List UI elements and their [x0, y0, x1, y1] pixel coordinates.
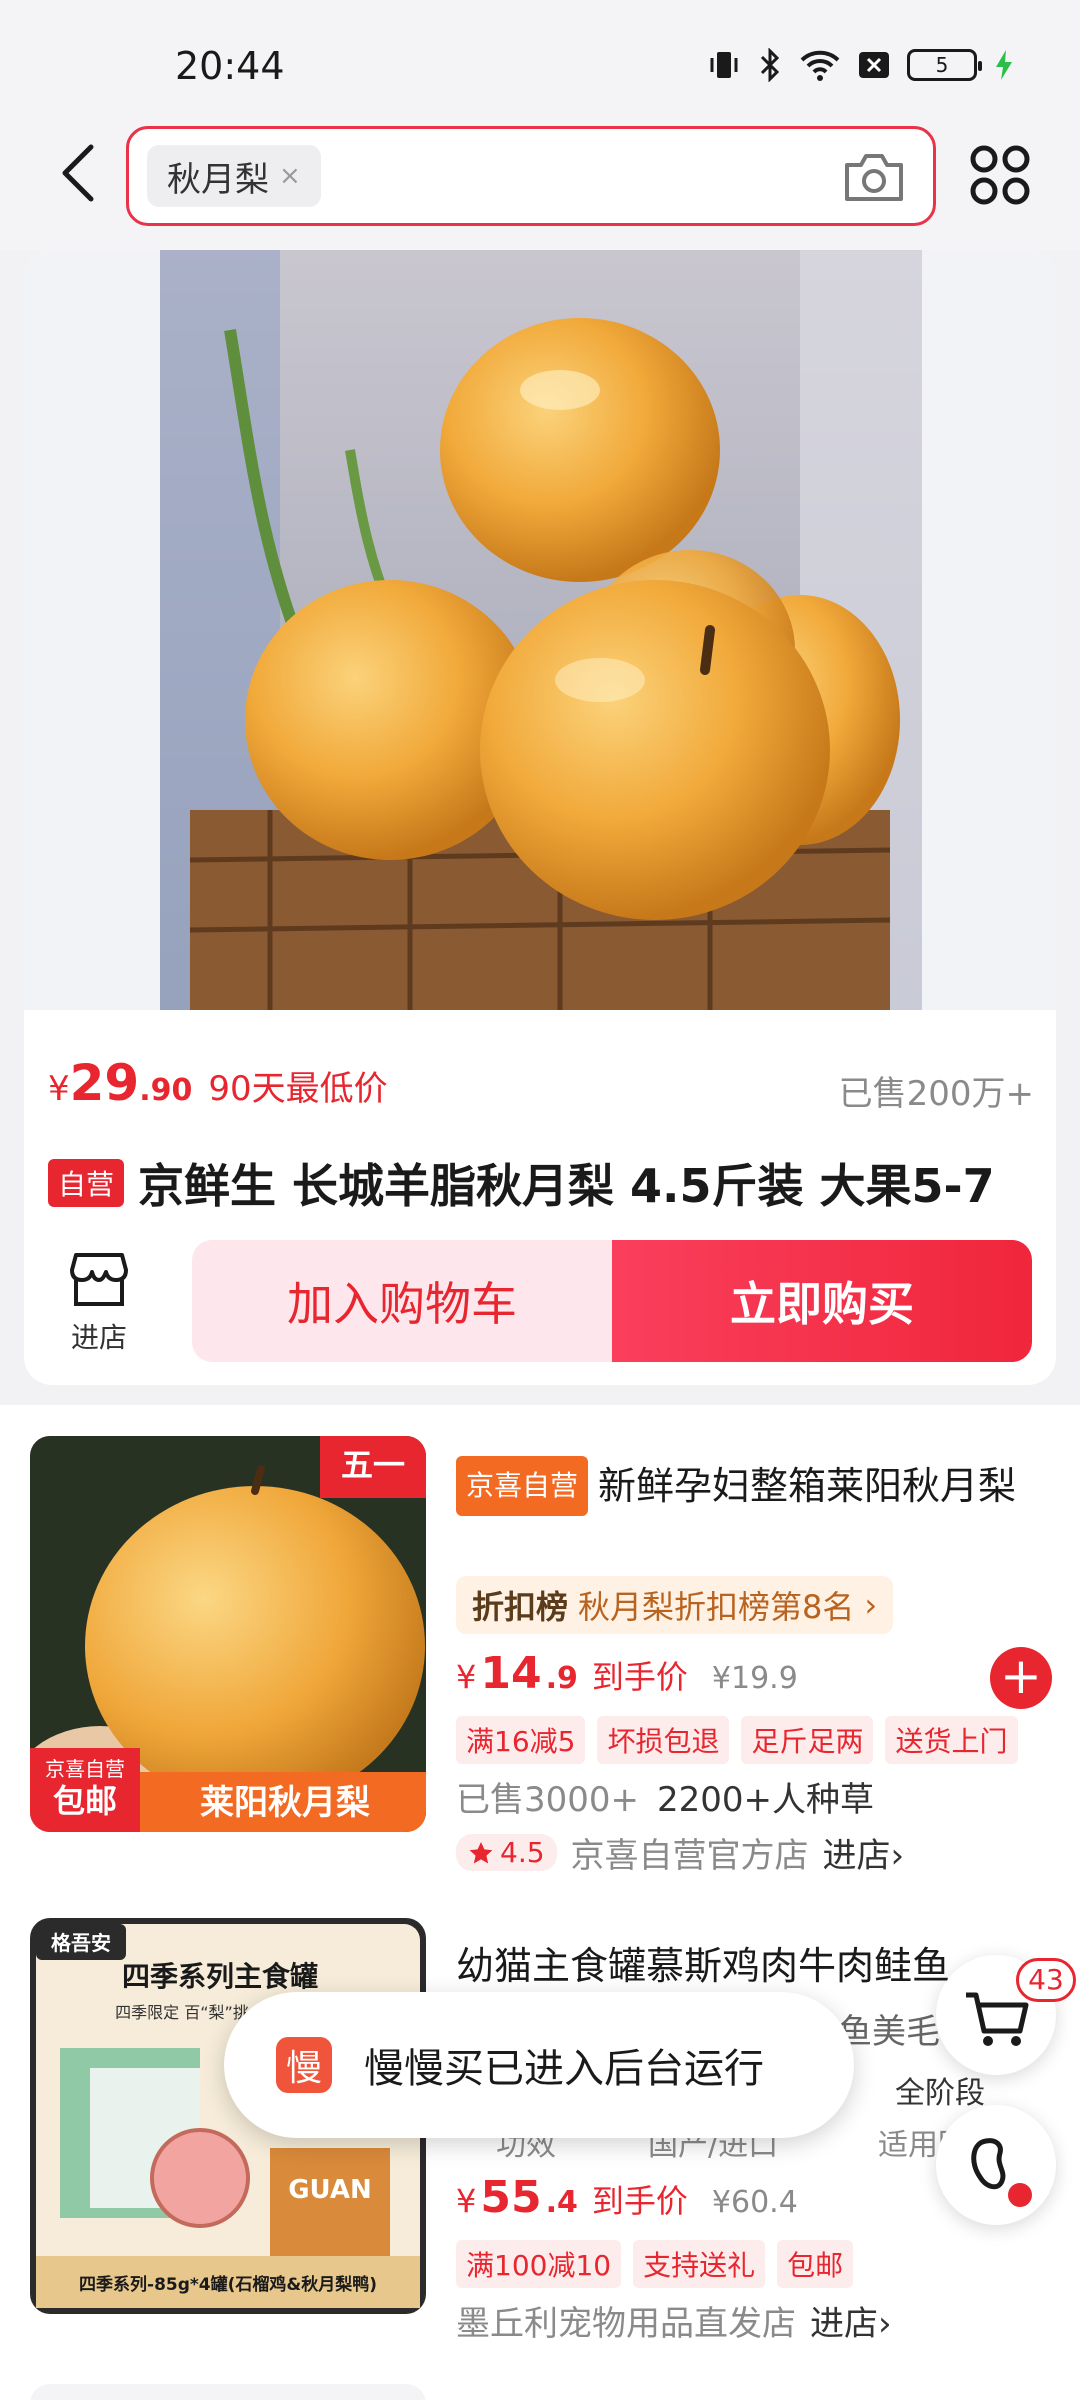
- title-continuation: 鱼美毛: [838, 2012, 940, 2052]
- enter-shop-link[interactable]: 进店›: [810, 2296, 892, 2345]
- star-icon: [469, 1841, 493, 1863]
- promo-tags: 满100减10 支持送礼 包邮: [456, 2240, 854, 2288]
- discount-rank-pill[interactable]: 折扣榜 秋月梨折扣榜第8名 ›: [456, 1576, 894, 1634]
- price-decimal: .4: [545, 2185, 578, 2220]
- sold-count: 已售200万+: [838, 1074, 1034, 1114]
- price-integer: 14: [480, 1648, 542, 1699]
- buy-now-button[interactable]: 立即购买: [612, 1240, 1032, 1362]
- add-to-cart-button[interactable]: 加入购物车: [192, 1240, 612, 1362]
- shop-name: 京喜自营官方店: [570, 1836, 809, 1876]
- recommend-count: 2200+人种草: [657, 1780, 875, 1820]
- chip-close-icon[interactable]: ×: [279, 161, 301, 191]
- charging-icon: [996, 50, 1012, 80]
- add-to-cart-plus-button[interactable]: +: [990, 1647, 1052, 1709]
- promo-tag: 支持送礼: [633, 2240, 766, 2288]
- shop-row[interactable]: 墨丘利宠物用品直发店 进店›: [456, 2296, 892, 2345]
- main-price: ¥ 29 .90 90天最低价: [48, 1054, 388, 1112]
- next-product-thumbnail[interactable]: [30, 2384, 426, 2400]
- search-chip[interactable]: 秋月梨 ×: [147, 145, 321, 207]
- price-label: 到手价: [591, 1658, 688, 1696]
- enter-shop-link[interactable]: 进店›: [823, 1828, 905, 1877]
- rank-text: 秋月梨折扣榜第8名: [578, 1588, 855, 1626]
- price-label: 到手价: [591, 2182, 688, 2220]
- vibrate-icon: [710, 52, 738, 78]
- back-button[interactable]: [55, 143, 105, 203]
- sales-row: 已售3000+ 2200+人种草: [456, 1772, 874, 1821]
- status-time: 20:44: [175, 44, 285, 88]
- brand-label: 格吾安: [51, 1931, 111, 1955]
- product-title-text: 新鲜孕妇整箱莱阳秋月梨: [598, 1464, 1017, 1508]
- currency-symbol: ¥: [48, 1069, 70, 1109]
- menu-grid-icon[interactable]: [968, 143, 1032, 207]
- promo-tag: 足斤足两: [741, 1716, 874, 1764]
- thumbnail-footer: 四季系列-85g*4罐(石榴鸡&秋月梨鸭): [79, 2274, 377, 2295]
- shop-name: 墨丘利宠物用品直发店: [456, 2304, 796, 2344]
- promo-tag: 送货上门: [885, 1716, 1018, 1764]
- bluetooth-icon: [760, 48, 780, 82]
- background-running-toast: 慢 慢慢买已进入后台运行: [224, 1992, 854, 2138]
- currency-symbol: ¥: [456, 1658, 477, 1696]
- shop-label: 进店: [70, 1321, 127, 1354]
- pear-thumbnail-image: 五一 京喜自营 包邮 莱阳秋月梨: [30, 1436, 426, 1832]
- self-operated-tag: 自营: [48, 1159, 125, 1207]
- search-box[interactable]: 秋月梨 ×: [126, 126, 936, 226]
- rating-badge: 4.5: [456, 1834, 557, 1871]
- status-icons: 5: [707, 48, 1015, 82]
- thumbnail-banner-text: 莱阳秋月梨: [200, 1783, 370, 1823]
- lowest-price-tag: 90天最低价: [208, 1069, 388, 1109]
- promo-tag: 坏损包退: [597, 1716, 730, 1764]
- price-decimal: .90: [139, 1073, 193, 1108]
- thumbnail-badge-text: 包邮: [53, 1782, 117, 1820]
- thumbnail-badge-text: 京喜自营: [45, 1757, 125, 1781]
- thumbnail-title: 四季系列主食罐: [122, 1960, 318, 1993]
- browsing-history-button[interactable]: [936, 2105, 1056, 2225]
- footprint-icon: [971, 2138, 1032, 2207]
- price-decimal: .9: [545, 1661, 578, 1696]
- battery-icon: 5: [907, 49, 982, 81]
- notification-icon: [859, 52, 889, 78]
- product-thumbnail[interactable]: 五一 京喜自营 包邮 莱阳秋月梨: [30, 1436, 426, 1832]
- pear-hero-image[interactable]: [160, 250, 922, 1010]
- app-icon: 慢: [276, 2037, 332, 2093]
- svg-text:GUAN: GUAN: [288, 2175, 372, 2205]
- price-integer: 29: [69, 1054, 140, 1112]
- cart-count-badge: 43: [1016, 1958, 1076, 2002]
- original-price: ¥60.4: [711, 2185, 798, 2220]
- store-tag: 京喜自营: [456, 1456, 589, 1516]
- product-title[interactable]: 京鲜生 长城羊脂秋月梨 4.5斤装 大果5-7: [138, 1150, 995, 1216]
- rank-logo: 折扣榜: [472, 1588, 569, 1626]
- main-title-row[interactable]: 自营 京鲜生 长城羊脂秋月梨 4.5斤装 大果5-7: [48, 1150, 995, 1216]
- currency-symbol: ¥: [456, 2182, 477, 2220]
- camera-icon[interactable]: [843, 149, 905, 205]
- promo-tag: 包邮: [777, 2240, 854, 2288]
- product-price: ¥ 55 .4 到手价 ¥60.4: [456, 2172, 798, 2223]
- product-price: ¥ 14 .9 到手价 ¥19.9: [456, 1648, 798, 1699]
- price-integer: 55: [480, 2172, 542, 2223]
- product-title[interactable]: 京喜自营 新鲜孕妇整箱莱阳秋月梨: [456, 1456, 1026, 1516]
- shop-row[interactable]: 4.5 京喜自营官方店 进店›: [456, 1828, 904, 1877]
- wifi-icon: [800, 50, 840, 81]
- chevron-right-icon: ›: [864, 1586, 878, 1624]
- original-price: ¥19.9: [711, 1661, 798, 1696]
- main-product-card[interactable]: ¥ 29 .90 90天最低价 已售200万+ 自营 京鲜生 长城羊脂秋月梨 4…: [24, 250, 1056, 1385]
- search-chip-label: 秋月梨: [167, 159, 269, 200]
- back-arrow-icon: [62, 144, 94, 202]
- store-icon: [70, 1253, 128, 1306]
- promo-tag: 满100减10: [456, 2240, 622, 2288]
- promo-tag: 满16减5: [456, 1716, 586, 1764]
- rating-value: 4.5: [500, 1836, 545, 1869]
- promo-tags: 满16减5 坏损包退 足斤足两 送货上门: [456, 1716, 1018, 1764]
- sales-count: 已售3000+: [456, 1780, 640, 1820]
- thumbnail-badge-text: 五一: [341, 1446, 405, 1484]
- toast-text: 慢慢买已进入后台运行: [364, 2046, 764, 2092]
- shop-button[interactable]: 进店: [54, 1250, 144, 1356]
